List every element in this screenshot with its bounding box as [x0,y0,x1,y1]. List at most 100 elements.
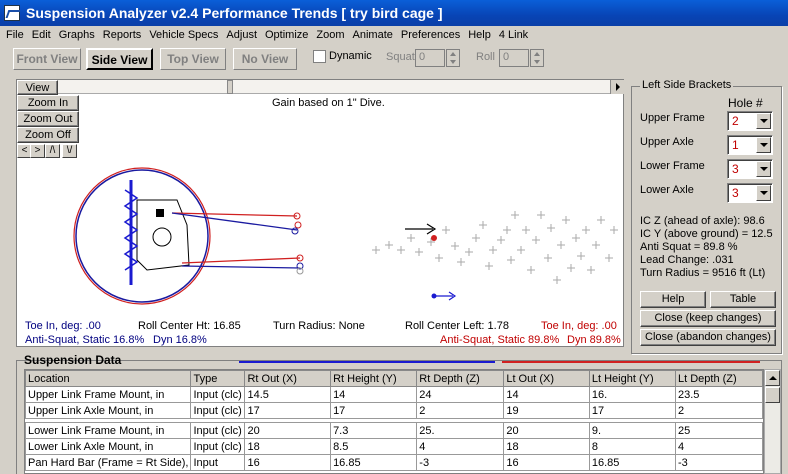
table-cell[interactable]: 18 [244,438,332,455]
menu-bar: File Edit Graphs Reports Vehicle Specs A… [0,26,788,45]
table-cell[interactable]: 16.85 [330,454,418,471]
row-location: Pan Hard Bar (Frame = Rt Side), [25,454,192,471]
scroll-up-arrow-icon[interactable] [765,370,780,386]
table-cell[interactable]: 18 [503,438,590,455]
zoom-in-button[interactable]: Zoom In [17,95,79,111]
tab-no-view[interactable]: No View [233,48,297,70]
menu-preferences[interactable]: Preferences [397,26,464,45]
table-cell[interactable]: 17 [330,402,418,419]
table-cell[interactable]: 16. [588,386,677,403]
table-button[interactable]: Table [710,291,776,308]
row-location: Upper Link Axle Mount, in [25,402,192,419]
roll-input[interactable]: 0 [499,49,529,67]
view-button[interactable]: View [17,80,58,95]
column-header: Lt Out (X) [503,370,590,387]
help-button[interactable]: Help [640,291,706,308]
table-cell[interactable]: -3 [416,454,505,471]
table-cell[interactable]: 20 [503,422,590,439]
pan-up-button[interactable]: /\ [45,144,60,158]
menu-reports[interactable]: Reports [99,26,146,45]
ic-z-info: IC Z (ahead of axle): 98.6 [640,215,765,227]
lower-axle-select[interactable]: 3 [727,183,773,203]
menu-animate[interactable]: Animate [349,26,397,45]
brackets-title: Left Side Brackets [640,79,734,91]
anti-squat-left: Anti-Squat, Static 16.8% [25,334,145,346]
squat-spinner[interactable] [446,49,460,67]
gain-text: Gain based on 1" Dive. [272,97,385,109]
table-cell[interactable]: 25. [416,422,505,439]
table-cell[interactable]: 8.5 [330,438,418,455]
tab-front-view[interactable]: Front View [13,48,81,70]
toe-in-right: Toe In, deg: .00 [541,320,617,332]
row-type: Input (clc) [190,422,246,439]
lower-frame-select[interactable]: 3 [727,159,773,179]
menu-graphs[interactable]: Graphs [55,26,99,45]
dynamic-checkbox[interactable] [313,50,326,63]
menu-optimize[interactable]: Optimize [261,26,312,45]
table-vertical-scrollbar[interactable] [764,369,781,474]
menu-help[interactable]: Help [464,26,495,45]
zoom-out-button[interactable]: Zoom Out [17,111,79,127]
row-type: Input [190,454,246,471]
left-side-color-bar [502,361,760,363]
table-cell[interactable]: 19 [503,402,590,419]
table-cell[interactable]: 4 [675,438,763,455]
table-cell[interactable]: 7.3 [330,422,418,439]
table-cell[interactable]: 24 [416,386,505,403]
column-header: Lt Height (Y) [588,370,677,387]
tab-top-view[interactable]: Top View [160,48,226,70]
pan-down-button[interactable]: \/ [62,144,77,158]
table-cell[interactable]: 9. [588,422,677,439]
table-cell[interactable]: 20 [244,422,332,439]
table-cell[interactable]: -3 [675,454,763,471]
menu-edit[interactable]: Edit [28,26,55,45]
table-cell[interactable]: 17 [588,402,677,419]
table-cell[interactable]: 16 [244,454,332,471]
title-bar: Suspension Analyzer v2.4 Performance Tre… [0,0,788,26]
zoom-off-button[interactable]: Zoom Off [17,127,79,143]
menu-zoom[interactable]: Zoom [312,26,348,45]
menu-adjust[interactable]: Adjust [222,26,261,45]
table-cell[interactable]: 16.85 [588,454,677,471]
column-header: Rt Depth (Z) [416,370,505,387]
upper-axle-select[interactable]: 1 [727,135,773,155]
close-abandon-button[interactable]: Close (abandon changes) [640,329,776,346]
table-cell[interactable]: 8 [588,438,677,455]
window-title: Suspension Analyzer v2.4 Performance Tre… [26,5,443,21]
table-cell[interactable]: 2 [675,402,763,419]
menu-vehicle-specs[interactable]: Vehicle Specs [145,26,222,45]
dyn-right: Dyn 89.8% [567,334,621,346]
tab-side-view[interactable]: Side View [86,48,153,70]
anti-squat-info: Anti Squat = 89.8 % [640,241,738,253]
table-cell[interactable]: 4 [416,438,505,455]
table-cell[interactable]: 14.5 [244,386,332,403]
tire-inner-circle [75,169,209,303]
anti-squat-right: Anti-Squat, Static 89.8% [440,334,560,346]
dyn-left: Dyn 16.8% [153,334,207,346]
suspension-data-grid: Location Type Rt Out (X) Rt Height (Y) R… [24,369,764,474]
squat-label: Squat [386,51,415,63]
menu-file[interactable]: File [2,26,28,45]
roll-label: Roll [476,51,495,63]
row-location: Lower Link Frame Mount, in [25,422,192,439]
close-keep-button[interactable]: Close (keep changes) [640,310,776,327]
table-scroll-thumb[interactable] [765,387,780,403]
row-location: Upper Link Frame Mount, in [25,386,192,403]
table-cell[interactable]: 14 [330,386,418,403]
table-cell[interactable]: 25 [675,422,763,439]
table-cell[interactable]: 23.5 [675,386,763,403]
lead-change-info: Lead Change: .031 [640,254,734,266]
table-cell[interactable]: 2 [416,402,505,419]
toe-in-left: Toe In, deg: .00 [25,320,101,332]
table-cell[interactable]: 14 [503,386,590,403]
menu-4-link[interactable]: 4 Link [495,26,532,45]
upper-frame-select[interactable]: 2 [727,111,773,131]
table-cell[interactable]: 16 [503,454,590,471]
table-cell[interactable]: 17 [244,402,332,419]
dropdown-arrow-icon [756,113,771,129]
column-header: Rt Out (X) [244,370,332,387]
pan-right-button[interactable]: > [30,144,45,158]
side-view-panel: Gain based on 1" Dive. Toe In, deg: .00 … [16,79,624,347]
roll-spinner[interactable] [530,49,544,67]
squat-input[interactable]: 0 [415,49,445,67]
